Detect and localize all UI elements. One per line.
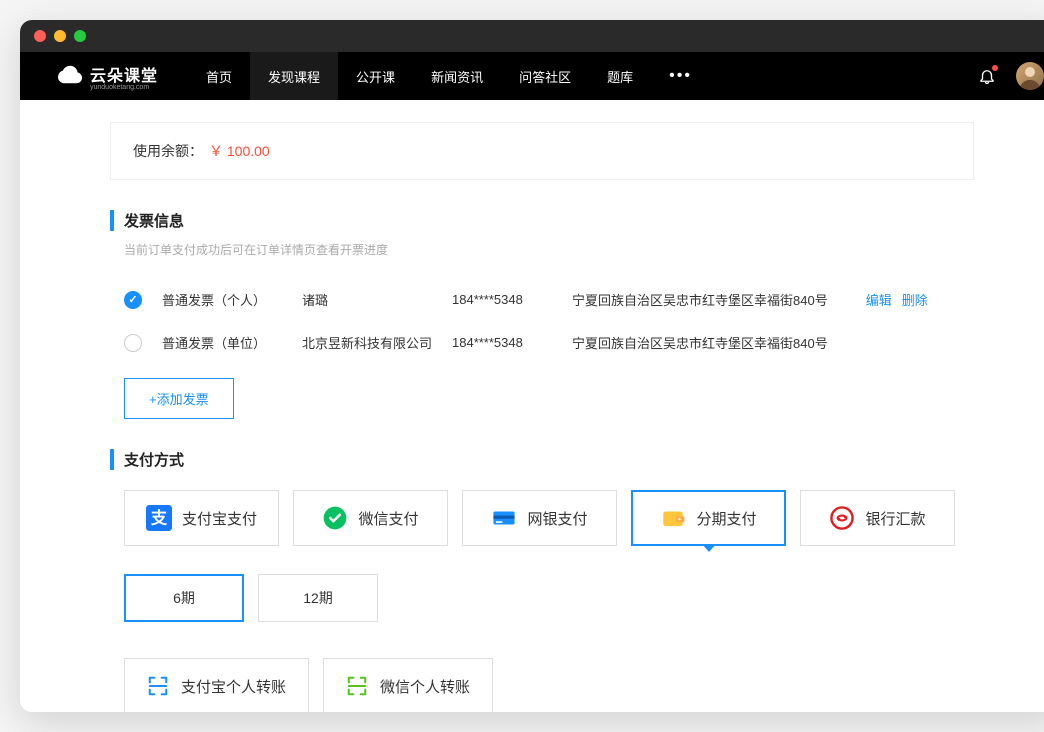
top-navigation: 云朵课堂 yunduoketang.com 首页发现课程公开课新闻资讯问答社区题… xyxy=(20,52,1044,100)
payment-method-label: 分期支付 xyxy=(696,508,756,529)
payment-method-bankcard[interactable]: 网银支付 xyxy=(462,490,617,546)
invoice-radio[interactable] xyxy=(124,334,142,352)
invoice-name: 北京昱新科技有限公司 xyxy=(302,333,432,352)
payment-method-installment[interactable]: 分期支付 xyxy=(631,490,786,546)
payment-method-banktransfer[interactable]: 银行汇款 xyxy=(800,490,955,546)
brand-name: 云朵课堂 xyxy=(90,62,158,86)
invoice-row: 普通发票（个人） 诸璐 184****5348 宁夏回族自治区吴忠市红寺堡区幸福街84… xyxy=(124,278,974,321)
invoice-section: 发票信息 当前订单支付成功后可在订单详情页查看开票进度 普通发票（个人） 诸璐 18… xyxy=(110,210,974,419)
wallet-icon xyxy=(660,505,686,531)
payment-method-grid: 支支付宝支付 微信支付 网银支付 分期支付 银行汇款 xyxy=(110,490,974,546)
cloud-logo-icon xyxy=(56,62,84,90)
period-option-6[interactable]: 6期 xyxy=(124,574,244,622)
svg-text:支: 支 xyxy=(150,509,168,528)
invoice-list: 普通发票（个人） 诸璐 184****5348 宁夏回族自治区吴忠市红寺堡区幸福街84… xyxy=(110,278,974,364)
bank-transfer-icon xyxy=(829,505,855,531)
transfer-option-wechat-personal[interactable]: 微信个人转账 xyxy=(323,658,493,712)
app-window: 云朵课堂 yunduoketang.com 首页发现课程公开课新闻资讯问答社区题… xyxy=(20,20,1044,712)
main-content: 使用余额： ￥ 100.00 发票信息 当前订单支付成功后可在订单详情页查看开票… xyxy=(20,100,1044,712)
brand-domain: yunduoketang.com xyxy=(90,84,158,91)
notification-bell[interactable] xyxy=(978,67,996,85)
bankcard-icon xyxy=(491,505,517,531)
user-avatar[interactable] xyxy=(1016,62,1044,90)
window-maximize-dot[interactable] xyxy=(74,30,86,42)
period-row: 6期 12期 xyxy=(110,574,974,622)
invoice-delete[interactable]: 删除 xyxy=(902,290,928,309)
invoice-hint: 当前订单支付成功后可在订单详情页查看开票进度 xyxy=(110,241,974,258)
nav-item-1[interactable]: 发现课程 xyxy=(250,52,338,100)
brand-logo[interactable]: 云朵课堂 yunduoketang.com xyxy=(56,62,158,91)
invoice-name: 诸璐 xyxy=(302,290,432,309)
scan-icon xyxy=(346,675,368,697)
invoice-type: 普通发票（个人） xyxy=(162,290,282,309)
invoice-row: 普通发票（单位） 北京昱新科技有限公司 184****5348 宁夏回族自治区吴忠市红… xyxy=(124,321,974,364)
invoice-actions: 编辑删除 xyxy=(866,290,928,309)
payment-method-label: 网银支付 xyxy=(527,508,587,529)
scan-icon xyxy=(147,675,169,697)
nav-items: 首页发现课程公开课新闻资讯问答社区题库 xyxy=(188,52,651,100)
alipay-icon: 支 xyxy=(146,505,172,531)
transfer-row: 支付宝个人转账 微信个人转账 xyxy=(110,658,974,712)
window-titlebar xyxy=(20,20,1044,52)
invoice-type: 普通发票（单位） xyxy=(162,333,282,352)
payment-title: 支付方式 xyxy=(110,449,974,470)
nav-more[interactable]: ••• xyxy=(651,67,710,85)
transfer-label: 微信个人转账 xyxy=(380,676,470,697)
payment-section: 支付方式 支支付宝支付 微信支付 网银支付 分期支付 银行汇款 6期 12期 支付宝个人转… xyxy=(110,449,974,712)
payment-method-label: 微信支付 xyxy=(358,508,418,529)
window-close-dot[interactable] xyxy=(34,30,46,42)
payment-method-alipay[interactable]: 支支付宝支付 xyxy=(124,490,279,546)
payment-method-label: 支付宝支付 xyxy=(182,508,257,529)
nav-item-3[interactable]: 新闻资讯 xyxy=(413,52,501,100)
add-invoice-button[interactable]: +添加发票 xyxy=(124,378,234,419)
transfer-option-alipay-personal[interactable]: 支付宝个人转账 xyxy=(124,658,309,712)
nav-item-0[interactable]: 首页 xyxy=(188,52,250,100)
nav-right xyxy=(978,62,1044,90)
payment-method-label: 银行汇款 xyxy=(865,508,925,529)
payment-method-wechat[interactable]: 微信支付 xyxy=(293,490,448,546)
balance-box: 使用余额： ￥ 100.00 xyxy=(110,122,974,180)
window-minimize-dot[interactable] xyxy=(54,30,66,42)
wechat-icon xyxy=(322,505,348,531)
invoice-edit[interactable]: 编辑 xyxy=(866,290,892,309)
invoice-address: 宁夏回族自治区吴忠市红寺堡区幸福街840号 xyxy=(572,333,828,352)
invoice-title: 发票信息 xyxy=(110,210,974,231)
period-option-12[interactable]: 12期 xyxy=(258,574,378,622)
avatar-icon xyxy=(1016,62,1044,90)
invoice-phone: 184****5348 xyxy=(452,335,552,350)
balance-label: 使用余额： xyxy=(133,141,203,161)
invoice-phone: 184****5348 xyxy=(452,292,552,307)
invoice-radio[interactable] xyxy=(124,291,142,309)
transfer-label: 支付宝个人转账 xyxy=(181,676,286,697)
notification-dot xyxy=(992,65,998,71)
nav-item-5[interactable]: 题库 xyxy=(589,52,651,100)
invoice-address: 宁夏回族自治区吴忠市红寺堡区幸福街840号 xyxy=(572,290,828,309)
balance-amount: ￥ 100.00 xyxy=(209,141,270,161)
nav-item-2[interactable]: 公开课 xyxy=(338,52,413,100)
nav-item-4[interactable]: 问答社区 xyxy=(501,52,589,100)
